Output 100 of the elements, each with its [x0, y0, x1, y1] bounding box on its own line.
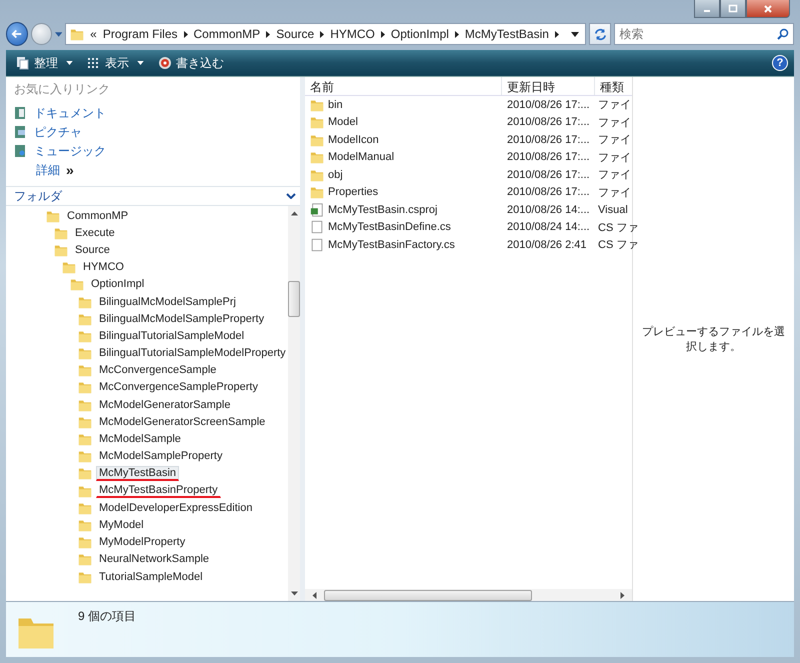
maximize-button[interactable] [720, 0, 746, 18]
folder-tree-item[interactable]: MyModel [96, 518, 147, 532]
folders-header[interactable]: フォルダ [6, 187, 300, 206]
favorite-link[interactable]: ピクチャ [34, 124, 82, 140]
folder-icon [70, 27, 84, 41]
folder-icon [62, 260, 76, 274]
scroll-right-icon[interactable] [619, 592, 626, 598]
vertical-scrollbar[interactable] [288, 206, 300, 601]
chevron-right-icon[interactable] [320, 30, 324, 38]
modified-date: 2010/08/26 2:41 [507, 238, 587, 251]
folder-icon [54, 242, 68, 257]
toolbar-button[interactable]: 書き込む [154, 52, 228, 74]
more-link[interactable]: 詳細 [36, 162, 60, 178]
chevron-right-icon[interactable] [380, 30, 385, 38]
preview-message: プレビューするファイルを選択します。 [641, 324, 786, 354]
breadcrumb[interactable]: CommonMP [194, 27, 260, 41]
scroll-left-icon[interactable] [311, 592, 318, 598]
folder-icon [78, 312, 92, 326]
file-type: ファイ [598, 150, 631, 165]
minimize-button[interactable] [694, 0, 720, 18]
back-button[interactable] [6, 22, 28, 46]
folder-tree-item[interactable]: BilingualTutorialSampleModelProperty [96, 346, 288, 360]
search-icon[interactable] [777, 28, 789, 40]
breadcrumb[interactable]: HYMCO [330, 27, 375, 41]
folder-tree-item[interactable]: BilingualMcModelSamplePrj [96, 294, 239, 309]
file-name[interactable]: ModelManual [328, 151, 394, 164]
folders-title[interactable]: フォルダ [14, 188, 62, 204]
breadcrumb[interactable]: McMyTestBasin [464, 27, 549, 41]
folder-tree-item[interactable]: McConvergenceSampleProperty [96, 380, 261, 394]
folder-tree-item[interactable]: McMyTestBasin [96, 466, 180, 481]
favorite-link[interactable]: ドキュメント [34, 104, 106, 122]
folder-tree-item[interactable]: McConvergenceSample [96, 363, 220, 378]
folder-tree-item[interactable]: McMyTestBasinProperty [96, 483, 221, 498]
folder-tree-item[interactable]: McModelSampleProperty [96, 449, 226, 464]
folder-icon [78, 363, 92, 378]
address-bar[interactable]: « Program Files CommonMP Source HYMCO OptionImpl McMyTestBasin [65, 23, 586, 45]
section-heading: お気に入りリンク [14, 81, 111, 98]
folder-tree-item[interactable]: McModelGeneratorScreenSample [96, 414, 268, 429]
folder-tree-item[interactable]: Source [72, 242, 113, 257]
file-name[interactable]: McMyTestBasin.csproj [328, 204, 438, 216]
folder-tree-item[interactable]: TutorialSampleModel [96, 570, 206, 584]
caret-icon[interactable] [570, 32, 579, 36]
folder-icon [78, 398, 92, 412]
toolbar-button[interactable]: 表示 [83, 52, 148, 74]
overflow-chevron[interactable]: « [90, 27, 97, 41]
refresh-icon[interactable] [594, 28, 607, 40]
folder-tree-item[interactable]: Execute [72, 226, 118, 240]
chevron-down-icon[interactable] [286, 193, 296, 199]
folder-icon [78, 432, 92, 446]
folder-tree-item[interactable]: McModelGeneratorSample [96, 398, 234, 412]
folder-tree-item[interactable]: McModelSample [96, 432, 184, 446]
scroll-up-icon[interactable] [290, 210, 298, 217]
more-arrows[interactable]: » [66, 162, 74, 178]
file-name[interactable]: ModelIcon [328, 134, 379, 146]
chevron-right-icon[interactable] [454, 30, 459, 38]
horizontal-scrollbar[interactable] [305, 589, 632, 601]
search-field[interactable]: 検索 [614, 23, 794, 45]
folder-tree-item[interactable]: NeuralNetworkSample [96, 552, 212, 566]
scroll-down-icon[interactable] [290, 590, 298, 597]
breadcrumb[interactable]: OptionImpl [390, 27, 449, 41]
toolbar-button[interactable]: 整理 [12, 52, 77, 74]
modified-date: 2010/08/24 14:... [507, 221, 590, 234]
folder-icon [78, 500, 92, 515]
modified-date: 2010/08/26 17:... [507, 116, 590, 128]
folder-tree-item[interactable]: BilingualTutorialSampleModel [96, 328, 248, 343]
file-name[interactable]: bin [328, 98, 343, 111]
folder-icon [70, 277, 84, 292]
views-icon [87, 56, 101, 70]
favorite-link[interactable]: ミュージック [34, 142, 106, 160]
scrollbar-thumb[interactable] [288, 281, 300, 317]
column-header[interactable]: 種類 [595, 77, 632, 95]
folder-tree-item[interactable]: HYMCO [80, 260, 127, 274]
folder-icon [46, 208, 60, 223]
breadcrumb[interactable]: Source [276, 27, 314, 41]
file-name[interactable]: McMyTestBasinDefine.cs [328, 221, 451, 234]
folder-icon [78, 484, 92, 498]
folder-tree-item[interactable]: CommonMP [64, 208, 132, 223]
folder-icon [78, 380, 92, 394]
folder-tree-item[interactable]: BilingualMcModelSampleProperty [96, 312, 268, 326]
file-name[interactable]: Properties [328, 186, 378, 198]
help-button[interactable]: ? [772, 55, 788, 71]
file-name[interactable]: Model [328, 116, 358, 128]
folder-tree-item[interactable]: ModelDeveloperExpressEdition [96, 500, 256, 515]
folder-tree-item[interactable]: MyModelProperty [96, 535, 188, 550]
file-name[interactable]: obj [328, 168, 343, 181]
scrollbar-thumb[interactable] [324, 590, 532, 600]
close-icon[interactable] [763, 4, 773, 14]
file-name[interactable]: McMyTestBasinFactory.cs [328, 238, 455, 251]
breadcrumb[interactable]: Program Files [102, 27, 178, 41]
close-button[interactable] [746, 0, 790, 18]
refresh-button[interactable] [588, 23, 612, 45]
folder-icon [310, 98, 324, 112]
column-header[interactable]: 名前 [305, 77, 502, 95]
music-folder-icon [14, 144, 28, 158]
chevron-right-icon[interactable] [554, 30, 559, 38]
file-type: CS ファ [598, 220, 638, 235]
chevron-right-icon[interactable] [266, 30, 270, 38]
chevron-right-icon[interactable] [184, 30, 188, 38]
column-header[interactable]: 更新日時 [502, 77, 595, 95]
folder-tree-item[interactable]: OptionImpl [88, 277, 148, 292]
